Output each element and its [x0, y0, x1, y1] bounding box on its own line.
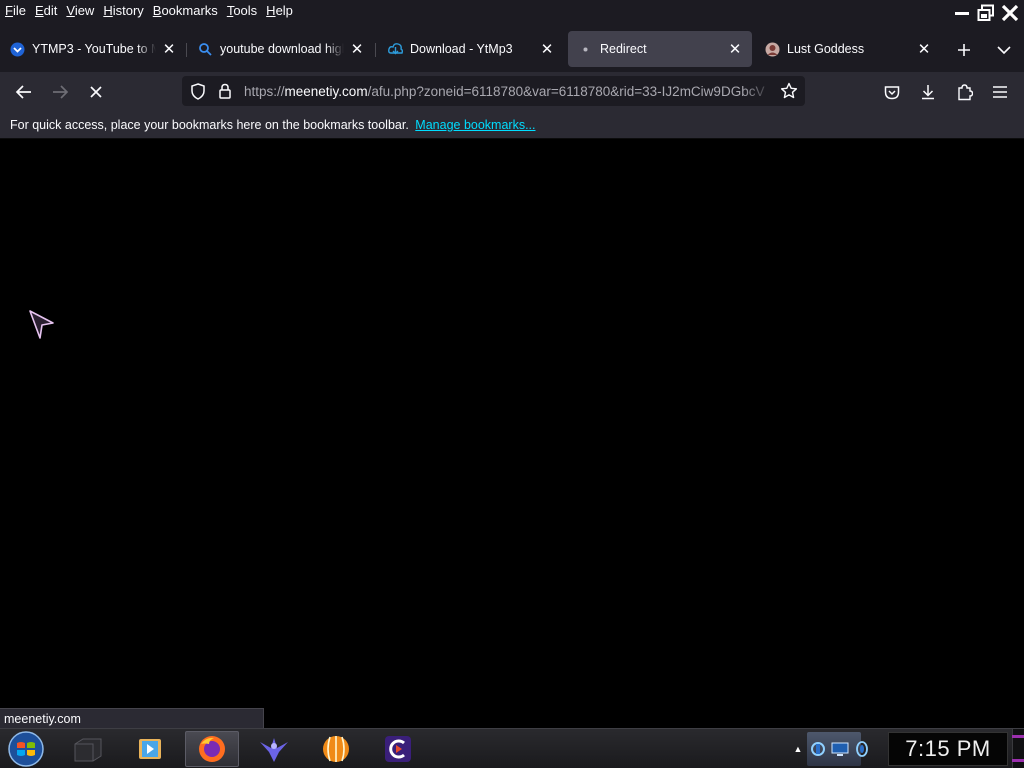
hamburger-menu-icon	[993, 86, 1007, 98]
menu-bookmarks[interactable]: Bookmarks	[153, 3, 218, 18]
sync-tray-icon[interactable]	[807, 738, 829, 760]
show-hidden-icons-button[interactable]: ▲	[789, 744, 807, 754]
tab-title: youtube download high quality	[220, 42, 344, 56]
taskbar-media-player-button[interactable]	[123, 731, 177, 767]
tab-ytmp3[interactable]: YTMP3 - YouTube to MP3 ✕	[0, 31, 186, 67]
media-player-icon	[139, 739, 161, 759]
tab-close-icon[interactable]: ✕	[915, 40, 933, 58]
navigation-toolbar: https://meenetiy.com/afu.php?zoneid=6118…	[0, 72, 1024, 111]
list-all-tabs-button[interactable]	[993, 40, 1015, 60]
new-tab-button[interactable]	[953, 40, 975, 60]
window-controls	[951, 2, 1021, 24]
bookmarks-toolbar: For quick access, place your bookmarks h…	[0, 111, 1024, 139]
taskbar-vlc-button[interactable]	[309, 731, 363, 767]
firefox-icon	[199, 736, 225, 762]
download-arrow-icon	[922, 85, 934, 100]
manage-bookmarks-link[interactable]: Manage bookmarks...	[415, 118, 535, 132]
menu-bar: File Edit View History Bookmarks Tools H…	[0, 0, 600, 21]
pocket-button[interactable]	[879, 79, 905, 105]
browser-titlebar: File Edit View History Bookmarks Tools H…	[0, 0, 1024, 72]
forward-button[interactable]	[47, 79, 73, 105]
page-content[interactable]	[0, 140, 1024, 728]
show-desktop-accent	[1012, 735, 1024, 738]
search-favicon-icon	[198, 42, 213, 57]
tab-close-icon[interactable]: ✕	[160, 40, 178, 58]
tracking-protection-shield-icon[interactable]	[190, 83, 206, 105]
plus-icon	[958, 44, 970, 56]
system-tray: ▲	[789, 729, 889, 768]
puzzle-piece-icon	[957, 83, 973, 100]
tab-download-ytmp3[interactable]: Download - YtMp3 ✕	[378, 31, 564, 67]
taskbar-explorer-button[interactable]	[62, 731, 116, 767]
app-menu-button[interactable]	[987, 79, 1013, 105]
tab-separator	[375, 43, 376, 57]
avatar-favicon-icon	[765, 42, 780, 57]
bookmarks-empty-message: For quick access, place your bookmarks h…	[10, 118, 409, 132]
volume-tray-icon[interactable]	[851, 738, 873, 760]
downloads-button[interactable]	[915, 79, 941, 105]
url-scheme: https://	[244, 84, 285, 99]
clock-time: 7:15 PM	[905, 736, 991, 761]
minimize-button[interactable]	[951, 2, 973, 24]
close-window-button[interactable]	[999, 2, 1021, 24]
tab-title: YTMP3 - YouTube to MP3	[32, 42, 156, 56]
tab-lust-goddess[interactable]: Lust Goddess ✕	[755, 31, 941, 67]
taskbar-firefox-button[interactable]	[185, 731, 239, 767]
tab-close-icon[interactable]: ✕	[538, 40, 556, 58]
stop-x-icon	[90, 86, 102, 98]
minimize-icon	[955, 12, 969, 15]
tab-title: Lust Goddess	[787, 42, 865, 56]
arrow-right-icon	[53, 85, 69, 99]
status-url: meenetiy.com	[4, 712, 81, 726]
blue-bird-icon	[260, 738, 288, 762]
menu-file[interactable]: File	[5, 3, 26, 18]
system-clock[interactable]: 7:15 PM	[888, 732, 1008, 766]
network-tray-icon[interactable]	[829, 738, 851, 760]
lock-icon[interactable]	[218, 83, 232, 104]
tab-strip: YTMP3 - YouTube to MP3 ✕ youtube downloa…	[0, 31, 1024, 67]
pocket-icon	[884, 85, 900, 99]
url-host: meenetiy.com	[284, 84, 368, 99]
restore-icon	[977, 4, 994, 21]
taskbar-bird-app-button[interactable]	[247, 731, 301, 767]
arrow-left-icon	[15, 85, 31, 99]
address-bar[interactable]: https://meenetiy.com/afu.php?zoneid=6118…	[182, 76, 805, 106]
tab-close-icon[interactable]: ✕	[726, 40, 744, 58]
stop-loading-button[interactable]	[83, 79, 109, 105]
back-button[interactable]	[11, 79, 37, 105]
orange-globe-icon	[323, 736, 349, 762]
tab-redirect[interactable]: Redirect ✕	[568, 31, 752, 67]
tab-separator	[186, 43, 187, 57]
menu-tools[interactable]: Tools	[227, 3, 257, 18]
menu-view[interactable]: View	[66, 3, 94, 18]
download-favicon-icon	[388, 42, 403, 57]
dark-folder-icon	[74, 738, 102, 762]
menu-help[interactable]: Help	[266, 3, 293, 18]
menu-edit[interactable]: Edit	[35, 3, 57, 18]
status-panel: meenetiy.com	[0, 708, 264, 729]
taskbar: ▲ 7:15 PM	[0, 728, 1024, 768]
close-icon	[1001, 4, 1019, 22]
taskbar-ccleaner-button[interactable]	[371, 731, 425, 767]
url-text[interactable]: https://meenetiy.com/afu.php?zoneid=6118…	[244, 84, 774, 99]
chevron-down-icon	[997, 46, 1011, 55]
bookmark-star-icon[interactable]	[780, 82, 798, 105]
loading-dot-favicon-icon	[578, 42, 593, 57]
url-path: /afu.php?zoneid=6118780&var=6118780&rid=…	[367, 84, 765, 99]
ccleaner-icon	[385, 736, 411, 762]
ytmp3-favicon-icon	[10, 42, 25, 57]
menu-history[interactable]: History	[103, 3, 143, 18]
restore-button[interactable]	[975, 2, 997, 24]
extensions-button[interactable]	[951, 79, 977, 105]
tab-title: Redirect	[600, 42, 647, 56]
tab-title: Download - YtMp3	[410, 42, 513, 56]
tab-close-icon[interactable]: ✕	[348, 40, 366, 58]
show-desktop-accent	[1012, 759, 1024, 762]
tab-search[interactable]: youtube download high quality ✕	[188, 31, 374, 67]
windows-start-orb-icon	[8, 731, 44, 767]
start-button[interactable]	[5, 730, 47, 768]
mouse-pointer-icon	[28, 309, 56, 346]
